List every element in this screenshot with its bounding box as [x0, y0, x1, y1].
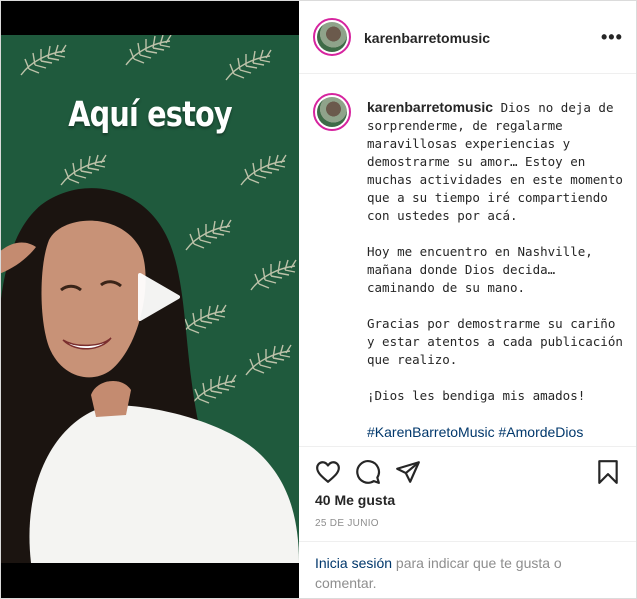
white-blouse-shape — [29, 405, 299, 563]
heart-icon[interactable] — [315, 459, 341, 485]
video-title-overlay: Aquí estoy — [68, 95, 232, 135]
instagram-post: Aquí estoy karenbarretomusic ••• karenba… — [0, 0, 637, 599]
login-prompt: Inicia sesión para indicar que te gusta … — [299, 541, 636, 599]
save-icon[interactable] — [595, 459, 621, 485]
comment-icon[interactable] — [355, 459, 381, 485]
likes-count[interactable]: 40 Me gusta — [315, 492, 395, 508]
avatar[interactable] — [313, 18, 351, 56]
post-date[interactable]: 25 DE JUNIO — [315, 518, 379, 529]
caption-area: karenbarretomusic Dios no deja de sorpre… — [299, 73, 636, 446]
share-icon[interactable] — [395, 459, 421, 485]
login-prompt-text: Inicia sesión para indicar que te gusta … — [315, 553, 615, 593]
caption-body: Dios no deja de sorprenderme, de regalar… — [367, 100, 623, 403]
header-username[interactable]: karenbarretomusic — [364, 30, 490, 46]
login-link[interactable]: Inicia sesión — [315, 555, 392, 571]
play-icon[interactable] — [122, 265, 186, 329]
caption-hashtags[interactable]: #KarenBarretoMusic #AmordeDios — [367, 424, 583, 440]
video-media[interactable]: Aquí estoy — [1, 1, 299, 598]
post-header: karenbarretomusic ••• — [299, 1, 636, 74]
caption-avatar[interactable] — [313, 93, 351, 131]
caption-text: karenbarretomusic Dios no deja de sorpre… — [367, 98, 627, 442]
more-horizontal-icon[interactable]: ••• — [601, 27, 623, 48]
caption-username[interactable]: karenbarretomusic — [367, 99, 493, 115]
post-sidebar: karenbarretomusic ••• karenbarretomusic … — [299, 1, 636, 598]
